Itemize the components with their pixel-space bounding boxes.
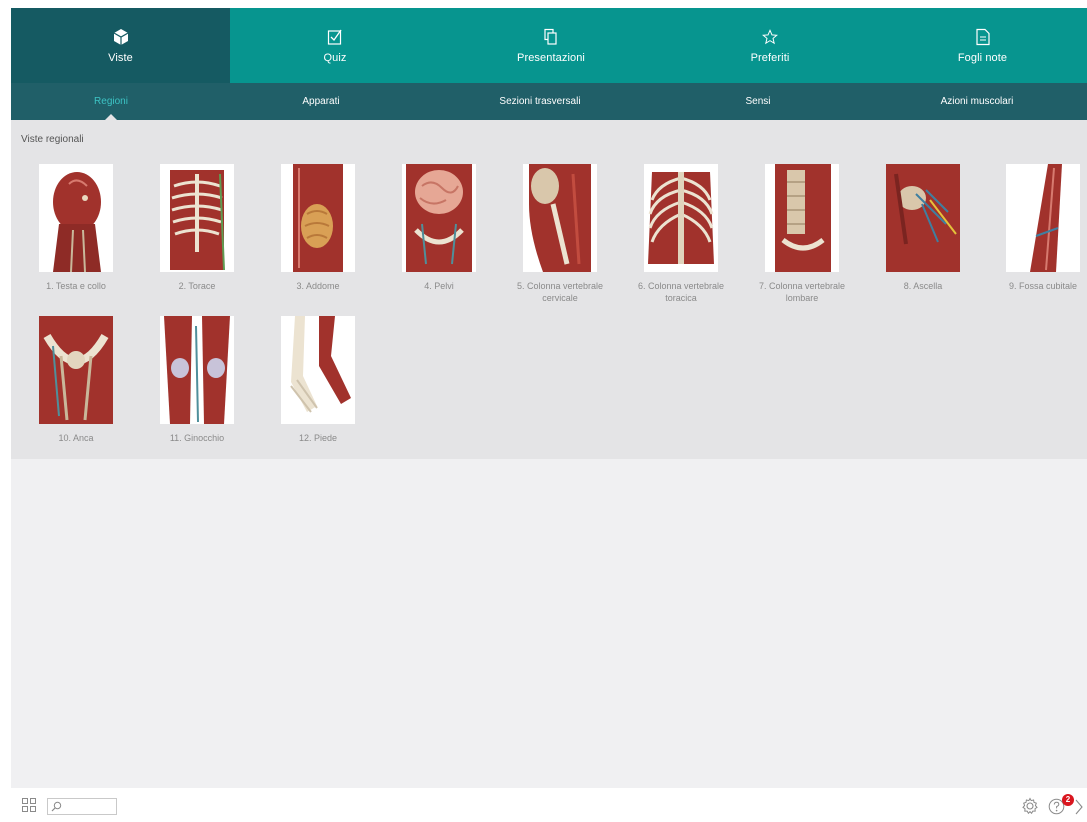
view-caption: 11. Ginocchio	[169, 433, 225, 443]
subtab-label: Sensi	[745, 96, 771, 107]
notification-badge[interactable]: 2	[1062, 794, 1074, 806]
view-caption: 4. Pelvi	[424, 281, 454, 291]
search-box[interactable]	[47, 798, 117, 815]
view-caption: 10. Anca	[58, 433, 94, 443]
view-card-fossa-cubitale[interactable]: 9. Fossa cubitale	[988, 164, 1087, 292]
anatomy-thumbnail	[160, 164, 234, 272]
tab-label: Fogli note	[957, 51, 1008, 64]
subtab-regioni[interactable]: Regioni	[11, 83, 211, 120]
view-card-testa-e-collo[interactable]: 1. Testa e collo	[21, 164, 131, 292]
chevron-icon[interactable]	[1074, 798, 1086, 816]
view-caption: 6. Colonna vertebrale toracica	[637, 281, 725, 303]
tab-label: Quiz	[323, 51, 347, 64]
anatomy-thumbnail	[281, 164, 355, 272]
cube-icon	[113, 28, 128, 45]
view-card-piede[interactable]: 12. Piede	[263, 316, 373, 444]
tab-quiz[interactable]: Quiz	[230, 8, 440, 83]
anatomy-thumbnail	[39, 164, 113, 272]
tab-fogli-note[interactable]: Fogli note	[878, 8, 1087, 83]
tab-preferiti[interactable]: Preferiti	[662, 8, 878, 83]
subtab-sezioni-trasversali[interactable]: Sezioni trasversali	[431, 83, 649, 120]
tab-presentazioni[interactable]: Presentazioni	[440, 8, 662, 83]
anatomy-thumbnail	[39, 316, 113, 424]
anatomy-thumbnail	[402, 164, 476, 272]
checkbox-icon	[327, 29, 342, 45]
anatomy-thumbnail	[886, 164, 960, 272]
view-card-torace[interactable]: 2. Torace	[142, 164, 252, 292]
slides-icon	[544, 28, 557, 45]
main-tab-bar: Viste Quiz Presentazioni Preferiti Fogli…	[11, 8, 1087, 83]
anatomy-thumbnail	[281, 316, 355, 424]
section-title: Viste regionali	[21, 134, 84, 145]
anatomy-thumbnail	[1006, 164, 1080, 272]
view-caption: 1. Testa e collo	[46, 281, 106, 291]
view-caption: 8. Ascella	[903, 281, 943, 291]
view-card-ascella[interactable]: 8. Ascella	[868, 164, 978, 292]
subtab-apparati[interactable]: Apparati	[211, 83, 431, 120]
view-card-colonna-lombare[interactable]: 7. Colonna vertebrale lombare	[747, 164, 857, 304]
tab-label: Viste	[108, 51, 133, 64]
tab-label: Presentazioni	[517, 51, 585, 64]
regional-views-panel: Viste regionali 1. Testa e collo 2. Tora…	[11, 120, 1087, 459]
gear-icon[interactable]	[1021, 797, 1039, 815]
note-icon	[975, 28, 990, 45]
search-icon	[51, 801, 62, 812]
subtab-sensi[interactable]: Sensi	[649, 83, 867, 120]
bottom-toolbar: 2	[0, 788, 1087, 822]
view-card-colonna-cervicale[interactable]: 5. Colonna vertebrale cervicale	[505, 164, 615, 304]
anatomy-thumbnail	[160, 316, 234, 424]
view-caption: 12. Piede	[298, 433, 338, 443]
view-card-pelvi[interactable]: 4. Pelvi	[384, 164, 494, 292]
view-caption: 7. Colonna vertebrale lombare	[758, 281, 846, 303]
view-caption: 9. Fossa cubitale	[1008, 281, 1078, 291]
grid-view-icon[interactable]	[22, 798, 36, 812]
view-caption: 5. Colonna vertebrale cervicale	[516, 281, 604, 303]
view-card-addome[interactable]: 3. Addome	[263, 164, 373, 292]
view-caption: 2. Torace	[178, 281, 216, 291]
subtab-label: Sezioni trasversali	[499, 96, 581, 107]
tab-label: Preferiti	[750, 51, 790, 64]
view-card-colonna-toracica[interactable]: 6. Colonna vertebrale toracica	[626, 164, 736, 304]
anatomy-thumbnail	[644, 164, 718, 272]
subtab-label: Apparati	[302, 96, 340, 107]
view-card-ginocchio[interactable]: 11. Ginocchio	[142, 316, 252, 444]
subtab-label: Azioni muscolari	[940, 96, 1014, 107]
tab-viste[interactable]: Viste	[11, 8, 230, 83]
view-card-anca[interactable]: 10. Anca	[21, 316, 131, 444]
star-icon	[762, 28, 778, 44]
anatomy-thumbnail	[765, 164, 839, 272]
anatomy-thumbnail	[523, 164, 597, 272]
sub-tab-bar: Regioni Apparati Sezioni trasversali Sen…	[11, 83, 1087, 120]
subtab-azioni-muscolari[interactable]: Azioni muscolari	[867, 83, 1087, 120]
view-caption: 3. Addome	[296, 281, 340, 291]
app-window: Viste Quiz Presentazioni Preferiti Fogli…	[11, 8, 1087, 788]
subtab-label: Regioni	[94, 96, 128, 107]
search-input[interactable]	[64, 800, 114, 813]
